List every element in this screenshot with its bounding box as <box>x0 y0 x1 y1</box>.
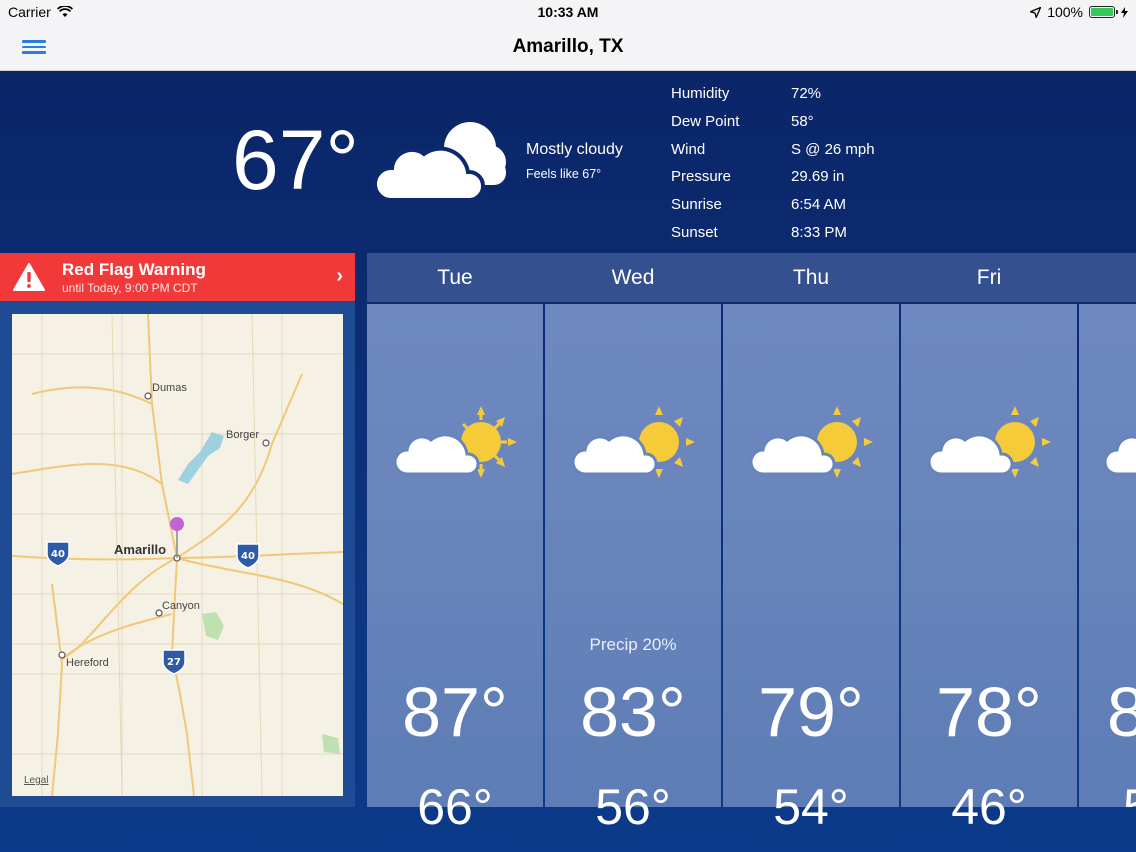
page-title: Amarillo, TX <box>512 36 624 57</box>
detail-label: Dew Point <box>671 113 740 131</box>
detail-value: 58° <box>791 113 814 131</box>
status-bar: Carrier 10:33 AM 100% <box>0 0 1136 24</box>
partly-sunny-icon <box>749 406 873 478</box>
charging-bolt-icon <box>1121 6 1128 18</box>
detail-value: 6:54 AM <box>791 196 847 214</box>
weather-map[interactable]: 40 40 27 Dumas Borger Amarillo Canyon He… <box>12 314 343 796</box>
forecast-high: 8 <box>1107 673 1136 751</box>
battery-fill <box>1091 8 1113 16</box>
alert-subtitle: until Today, 9:00 PM CDT <box>62 281 198 295</box>
forecast-day-partial[interactable]: 8 5 <box>1079 253 1136 807</box>
forecast-day-name: Wed <box>611 266 655 289</box>
forecast-day-body: 79° 54° <box>723 304 899 832</box>
partly-sunny-icon <box>927 406 1051 478</box>
cloud-icon <box>373 122 506 202</box>
forecast-low: 56° <box>595 779 671 835</box>
detail-label: Sunrise <box>671 196 722 214</box>
red-flag-alert-banner[interactable]: Red Flag Warning until Today, 9:00 PM CD… <box>0 253 355 301</box>
map-legal-link[interactable]: Legal <box>24 775 48 786</box>
detail-row-sunset: Sunset 8:33 PM <box>671 218 875 246</box>
map-city-dumas: Dumas <box>152 382 187 394</box>
forecast-panel: Tue 87° 66° Wed Precip 20% 83° 56° Thu 7… <box>367 253 1136 832</box>
partly-sunny-icon <box>393 406 517 478</box>
map-city-amarillo: Amarillo <box>114 542 167 557</box>
alert-title: Red Flag Warning <box>62 260 206 279</box>
forecast-day-body: 8 5 <box>1079 304 1136 807</box>
forecast-low: 5 <box>1123 782 1136 807</box>
i27-shield-label: 27 <box>167 657 181 668</box>
detail-row-pressure: Pressure 29.69 in <box>671 163 875 191</box>
forecast-high: 78° <box>936 673 1042 751</box>
location-arrow-icon <box>1030 6 1042 18</box>
detail-value: 29.69 in <box>791 168 845 186</box>
i40-east-shield-label: 40 <box>241 551 255 562</box>
battery-icon <box>1089 6 1118 18</box>
forecast-low: 66° <box>417 779 493 835</box>
forecast-high: 87° <box>402 673 508 751</box>
forecast-high: 79° <box>758 673 864 751</box>
forecast-day-tue[interactable]: Tue 87° 66° <box>367 253 543 832</box>
forecast-high: 83° <box>580 673 686 751</box>
detail-value: 72% <box>791 85 822 103</box>
i40-west-shield-label: 40 <box>51 549 65 560</box>
detail-value: 8:33 PM <box>791 223 847 241</box>
detail-value: S @ 26 mph <box>791 140 875 158</box>
forecast-day-fri[interactable]: Fri 78° 46° <box>901 253 1077 832</box>
map-city-borger: Borger <box>226 429 260 441</box>
forecast-low: 46° <box>951 779 1027 835</box>
detail-label: Wind <box>671 140 706 158</box>
detail-row-sunrise: Sunrise 6:54 AM <box>671 191 875 219</box>
forecast-day-name: Fri <box>976 266 1002 289</box>
forecast-precip: Precip 20% <box>589 635 677 654</box>
detail-row-wind: Wind S @ 26 mph <box>671 135 875 163</box>
forecast-low: 54° <box>773 779 849 835</box>
detail-label: Sunset <box>671 223 718 241</box>
forecast-day-wed[interactable]: Wed Precip 20% 83° 56° <box>545 253 721 832</box>
condition-text: Mostly cloudy <box>526 141 623 158</box>
nav-bar: Amarillo, TX <box>0 24 1136 71</box>
partly-sunny-icon <box>571 406 695 478</box>
forecast-day-body: Precip 20% 83° 56° <box>545 304 721 832</box>
map-city-canyon: Canyon <box>162 600 200 612</box>
feels-like-text: Feels like 67° <box>526 167 602 181</box>
forecast-day-name: Thu <box>792 266 830 289</box>
status-time: 10:33 AM <box>537 4 599 20</box>
status-right-group: 100% <box>1030 4 1128 20</box>
forecast-day-body: 87° 66° <box>367 304 543 832</box>
detail-label: Pressure <box>671 168 732 186</box>
map-city-hereford: Hereford <box>66 657 109 669</box>
partly-sunny-icon <box>1103 435 1136 476</box>
forecast-day-name: Tue <box>437 266 473 289</box>
detail-label: Humidity <box>671 85 730 103</box>
chevron-right-icon: › <box>336 265 343 287</box>
current-temperature: 67° <box>232 113 360 207</box>
detail-row-dew-point: Dew Point 58° <box>671 108 875 136</box>
battery-percent: 100% <box>1047 4 1083 20</box>
details-table: Humidity 72% Dew Point 58° Wind S @ 26 m… <box>671 80 875 246</box>
forecast-day-body: 78° 46° <box>901 304 1077 832</box>
detail-row-humidity: Humidity 72% <box>671 80 875 108</box>
forecast-day-thu[interactable]: Thu 79° 54° <box>723 253 899 832</box>
warning-triangle-icon <box>13 263 45 291</box>
